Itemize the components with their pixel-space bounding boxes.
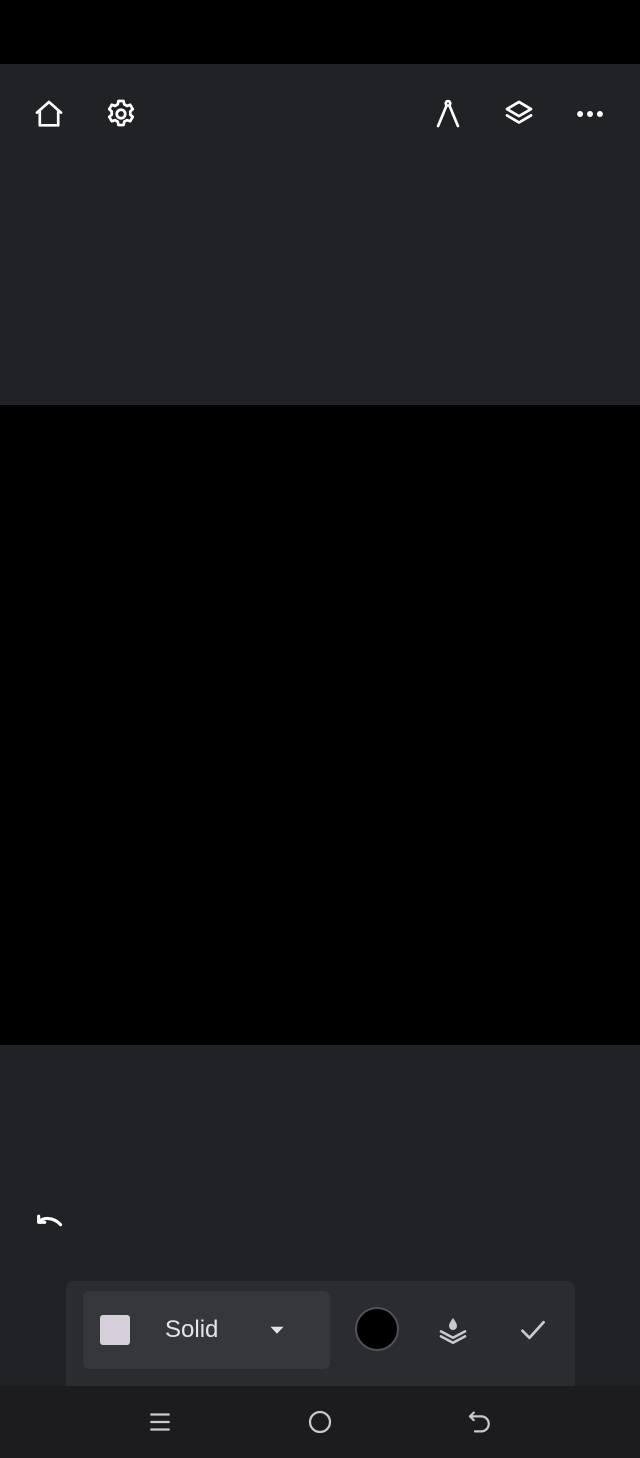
- caret-down-icon: [270, 1326, 284, 1334]
- top-panel: [0, 64, 640, 405]
- home-nav-button[interactable]: [296, 1398, 344, 1446]
- recents-icon: [150, 1413, 170, 1431]
- layer-fill-button[interactable]: [429, 1306, 477, 1354]
- color-picker-button[interactable]: [355, 1307, 399, 1351]
- more-options-button[interactable]: [566, 90, 614, 138]
- compass-icon: [436, 99, 460, 128]
- undo-icon: [37, 1214, 63, 1227]
- settings-button[interactable]: [97, 90, 145, 138]
- layers-button[interactable]: [495, 90, 543, 138]
- home-icon: [35, 100, 63, 127]
- layers-icon: [505, 100, 533, 124]
- back-icon: [468, 1411, 490, 1433]
- back-button[interactable]: [456, 1398, 504, 1446]
- status-bar: [0, 0, 640, 64]
- guides-button[interactable]: [424, 90, 472, 138]
- check-icon: [521, 1320, 545, 1340]
- layer-fill-icon: [439, 1317, 467, 1345]
- home-circle-icon: [308, 1410, 332, 1434]
- confirm-button[interactable]: [509, 1306, 557, 1354]
- undo-button[interactable]: [26, 1200, 74, 1248]
- recents-button[interactable]: [136, 1398, 184, 1446]
- fill-style-caret[interactable]: [253, 1306, 301, 1354]
- drawing-canvas[interactable]: [0, 405, 640, 1045]
- fill-style-label: Solid: [165, 1316, 219, 1343]
- gear-icon: [107, 99, 135, 127]
- home-button[interactable]: [25, 90, 73, 138]
- fill-swatch: [100, 1315, 130, 1345]
- more-horizontal-icon: [577, 111, 603, 117]
